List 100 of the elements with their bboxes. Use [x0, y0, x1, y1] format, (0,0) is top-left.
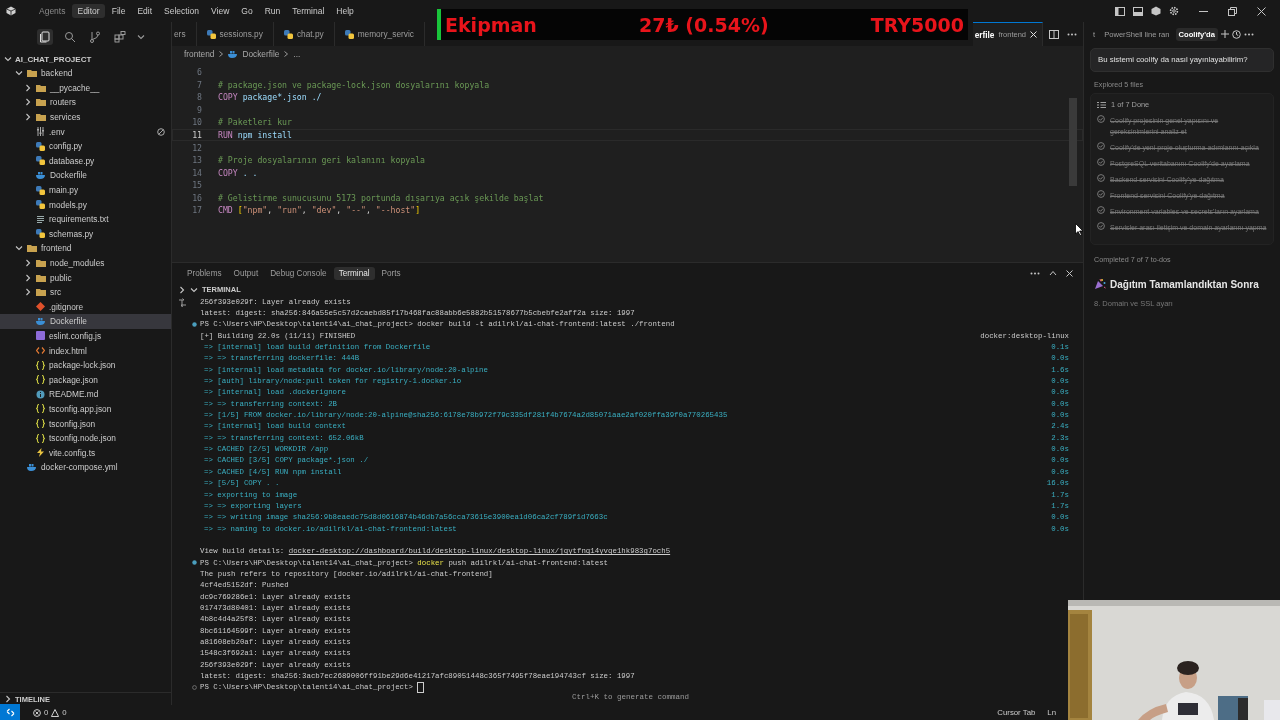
tree-item[interactable]: frontend	[0, 241, 171, 256]
python-file-icon	[36, 200, 45, 210]
python-file-icon	[36, 229, 45, 239]
menu-item[interactable]: Terminal	[287, 4, 330, 18]
blocked-icon	[157, 127, 165, 136]
menu-item[interactable]: Agents	[34, 4, 71, 18]
tree-item[interactable]: __pycache__	[0, 80, 171, 96]
chevron-down-icon[interactable]	[137, 33, 145, 41]
tree-item[interactable]: models.py	[0, 197, 171, 212]
panel-tab[interactable]: Ports	[376, 266, 406, 280]
lightning-icon	[36, 448, 45, 458]
tree-item[interactable]: database.py	[0, 153, 171, 169]
tree-item[interactable]: vite.config.ts	[0, 445, 171, 461]
cube-icon[interactable]	[1151, 6, 1161, 16]
tree-item[interactable]: .env	[0, 124, 171, 139]
menu-item[interactable]: Editor	[72, 4, 105, 18]
tree-item[interactable]: routers	[0, 95, 171, 110]
close-icon[interactable]	[1257, 6, 1266, 16]
close-icon[interactable]	[1066, 269, 1073, 277]
split-editor-icon[interactable]	[1049, 29, 1059, 39]
code-line: RUN npm install	[217, 130, 292, 140]
menu-item[interactable]: File	[106, 4, 131, 18]
menu-item[interactable]: Go	[236, 4, 258, 18]
checklist-icon	[1097, 100, 1106, 109]
code-line: # Proje dosyalarının geri kalanını kopyala	[217, 155, 426, 166]
code-line: # Paketleri kur	[217, 117, 292, 128]
tree-item[interactable]: package-lock.json	[0, 357, 171, 373]
panel-toggle-icon[interactable]	[1133, 6, 1143, 16]
tree-item[interactable]: tsconfig.app.json	[0, 401, 171, 417]
tree-item[interactable]: requirements.txt	[0, 211, 171, 227]
tree-item[interactable]: public	[0, 270, 171, 285]
python-file-icon	[36, 156, 45, 166]
tree-item[interactable]: Dockerfile	[0, 314, 171, 329]
line-number: 7	[196, 79, 202, 90]
tree-item[interactable]: schemas.py	[0, 226, 171, 242]
project-title: AI_CHAT_PROJECT	[15, 54, 92, 64]
chevron-up-icon[interactable]	[1049, 270, 1057, 276]
sidebar-toggle-icon[interactable]	[1115, 6, 1125, 16]
more-icon[interactable]	[1243, 32, 1254, 36]
tree-item[interactable]: backend	[0, 66, 171, 81]
panel-tab[interactable]: Problems	[182, 266, 227, 280]
chevron-right-icon[interactable]	[178, 285, 186, 294]
tree-item[interactable]: .gitignore	[0, 299, 171, 315]
tree-item[interactable]: Dockerfile	[0, 168, 171, 183]
panel-tab[interactable]: Output	[228, 266, 264, 280]
chevron-right-icon[interactable]	[4, 695, 12, 704]
tree-item[interactable]: main.py	[0, 182, 171, 198]
terminal-split-icon[interactable]	[177, 298, 187, 307]
line-number: 8	[196, 92, 202, 103]
plus-icon[interactable]	[1220, 30, 1229, 38]
tree-item[interactable]: tsconfig.json	[0, 416, 171, 431]
tree-item[interactable]: eslint.config.js	[0, 328, 171, 344]
tree-item[interactable]: services	[0, 109, 171, 125]
menu-item[interactable]: Selection	[159, 4, 204, 18]
menu-item[interactable]: Edit	[132, 4, 158, 18]
braces-icon	[36, 404, 45, 414]
files-icon[interactable]	[37, 29, 53, 45]
search-icon[interactable]	[62, 29, 78, 45]
python-file-icon	[283, 29, 293, 39]
code-line: COPY . .	[217, 167, 258, 178]
tree-item[interactable]: tsconfig.node.json	[0, 430, 171, 446]
chevron-down-icon[interactable]	[15, 69, 23, 78]
braces-icon	[36, 419, 45, 429]
extensions-icon[interactable]	[112, 29, 128, 45]
menu-item[interactable]: View	[206, 4, 235, 18]
chevron-down-icon[interactable]	[190, 285, 198, 294]
chevron-down-icon[interactable]	[4, 55, 12, 63]
line-number: 13	[191, 155, 202, 166]
history-icon[interactable]	[1231, 29, 1241, 39]
more-icon[interactable]	[1067, 32, 1077, 36]
tree-item[interactable]: index.html	[0, 343, 171, 358]
tree-item[interactable]: package.json	[0, 372, 171, 388]
settings-icon[interactable]	[1169, 6, 1179, 16]
scrollbar-thumb[interactable]	[1069, 98, 1077, 186]
chevron-right-icon	[218, 51, 225, 57]
tree-item[interactable]: docker-compose.yml	[0, 460, 171, 475]
tree-item[interactable]: node_modules	[0, 255, 171, 271]
tree-item[interactable]: config.py	[0, 138, 171, 154]
tree-item[interactable]: README.md	[0, 387, 171, 402]
panel-tab[interactable]: Terminal	[333, 266, 375, 280]
python-file-icon	[344, 29, 354, 39]
restore-icon[interactable]	[1228, 6, 1237, 16]
source-control-icon[interactable]	[87, 29, 103, 45]
breadcrumb-item[interactable]: ...	[293, 49, 301, 59]
more-icon[interactable]	[1030, 271, 1040, 275]
chevron-right-icon	[283, 51, 290, 57]
panel-tab[interactable]: Debug Console	[265, 266, 332, 280]
info-icon	[36, 389, 45, 399]
tree-item[interactable]: src	[0, 284, 171, 300]
close-icon[interactable]	[1030, 31, 1037, 38]
chevron-down-icon[interactable]	[15, 244, 23, 253]
braces-icon	[36, 375, 45, 385]
menu-item[interactable]: Help	[331, 4, 359, 18]
menu-item[interactable]: Run	[259, 4, 286, 18]
remote-button[interactable]	[0, 704, 20, 720]
code-line: # package.json ve package-lock.json dosyalarını kopyala	[217, 79, 490, 90]
breadcrumb-item[interactable]: frontend	[184, 49, 215, 59]
editor-tab[interactable]: ers	[172, 22, 197, 46]
breadcrumb-item[interactable]: Dockerfile	[242, 49, 280, 59]
python-file-icon	[36, 141, 45, 151]
